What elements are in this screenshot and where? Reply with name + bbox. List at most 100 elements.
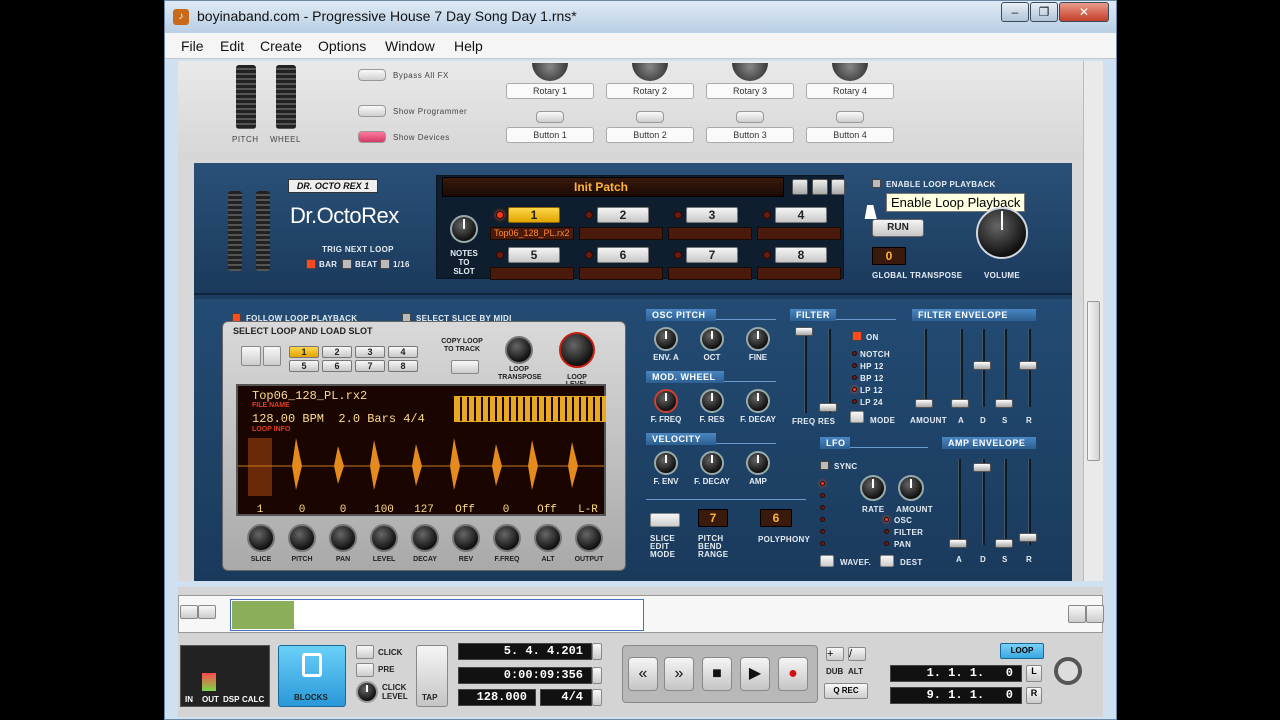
enable-loop-playback-checkbox[interactable]: [872, 179, 881, 188]
precount-toggle[interactable]: [356, 663, 374, 677]
right-locator-display[interactable]: 9. 1. 1. 0: [890, 687, 1022, 704]
slot-2-button[interactable]: 2: [597, 207, 649, 223]
freq-fader[interactable]: [795, 327, 813, 336]
position-spinner[interactable]: [592, 643, 602, 660]
vel-amp-knob[interactable]: [746, 451, 770, 475]
assign-button-2[interactable]: [636, 111, 664, 123]
mod-fres-knob[interactable]: [700, 389, 724, 413]
record-button[interactable]: ●: [778, 657, 808, 691]
fenv-amount-fader[interactable]: [915, 399, 933, 408]
slot-5-button[interactable]: 5: [508, 247, 560, 263]
mod-fdecay-knob[interactable]: [746, 389, 770, 413]
env-a-knob[interactable]: [654, 327, 678, 351]
load-slot-5[interactable]: 5: [289, 360, 319, 372]
trig-bar-button[interactable]: [306, 259, 316, 269]
maximize-button[interactable]: ❐: [1030, 2, 1058, 22]
minimize-button[interactable]: –: [1001, 2, 1029, 22]
res-fader[interactable]: [819, 403, 837, 412]
rack-scrollbar[interactable]: [1083, 61, 1103, 581]
position-display[interactable]: 5. 4. 4.201: [458, 643, 592, 660]
lfo-dest-button[interactable]: [880, 555, 894, 567]
load-slot-7[interactable]: 7: [355, 360, 385, 372]
close-button[interactable]: ✕: [1059, 2, 1109, 22]
rotary-4-knob[interactable]: [832, 63, 868, 81]
zoom-in-icon[interactable]: [198, 605, 216, 619]
rotary-2-knob[interactable]: [632, 63, 668, 81]
slot-3-button[interactable]: 3: [686, 207, 738, 223]
save-patch-icon[interactable]: [831, 179, 845, 195]
volume-knob[interactable]: [976, 207, 1028, 259]
vel-fenv-knob[interactable]: [654, 451, 678, 475]
slot-4-button[interactable]: 4: [775, 207, 827, 223]
aenv-a-fader[interactable]: [949, 539, 967, 548]
trig-beat-button[interactable]: [342, 259, 352, 269]
play-button[interactable]: ▶: [740, 657, 770, 691]
copy-loop-to-track-button[interactable]: [451, 360, 479, 374]
mod-ffreq-knob[interactable]: [654, 389, 678, 413]
slot-6-button[interactable]: 6: [597, 247, 649, 263]
aenv-d-fader[interactable]: [973, 463, 991, 472]
slot-7-button[interactable]: 7: [686, 247, 738, 263]
output-knob[interactable]: [575, 524, 603, 552]
notes-to-slot-knob[interactable]: [450, 215, 478, 243]
slice-edit-mode-button[interactable]: [650, 513, 680, 527]
pitch-knob[interactable]: [288, 524, 316, 552]
rex-mod-wheel[interactable]: [256, 191, 270, 271]
scroll-left-icon[interactable]: [1068, 605, 1086, 623]
bypass-fx-button[interactable]: [358, 69, 386, 81]
pitch-wheel[interactable]: [236, 65, 256, 129]
fine-knob[interactable]: [746, 327, 770, 351]
loop-transpose-knob[interactable]: [505, 336, 533, 364]
assign-button-4[interactable]: [836, 111, 864, 123]
alt-knob[interactable]: [534, 524, 562, 552]
stop-button[interactable]: ■: [702, 657, 732, 691]
menu-file[interactable]: File: [181, 38, 204, 54]
right-locator-button[interactable]: R: [1026, 687, 1042, 704]
time-spinner[interactable]: [592, 667, 602, 684]
show-programmer-button[interactable]: [358, 105, 386, 117]
decay-knob[interactable]: [411, 524, 439, 552]
signature-spinner[interactable]: [592, 689, 602, 706]
loop-level-knob[interactable]: [559, 332, 595, 368]
left-locator-button[interactable]: L: [1026, 665, 1042, 682]
alt-button[interactable]: /: [848, 647, 866, 661]
browse-loop-icon[interactable]: [263, 346, 281, 366]
slot-8-button[interactable]: 8: [775, 247, 827, 263]
pitch-bend-display[interactable]: 7: [698, 509, 728, 527]
time-display[interactable]: 0:00:09:356: [458, 667, 592, 684]
device-name-tag[interactable]: DR. OCTO REX 1: [288, 179, 378, 193]
lfo-rate-knob[interactable]: [860, 475, 886, 501]
signature-display[interactable]: 4/4: [540, 689, 592, 706]
left-locator-display[interactable]: 1. 1. 1. 0: [890, 665, 1022, 682]
trig-1-16-button[interactable]: [380, 259, 390, 269]
pan-knob[interactable]: [329, 524, 357, 552]
slice-knob[interactable]: [247, 524, 275, 552]
menu-help[interactable]: Help: [454, 38, 483, 54]
load-slot-4[interactable]: 4: [388, 346, 418, 358]
filter-on-button[interactable]: [852, 331, 862, 341]
rotary-3-knob[interactable]: [732, 63, 768, 81]
menu-options[interactable]: Options: [318, 38, 366, 54]
patch-up-down-button[interactable]: [792, 179, 808, 195]
load-slot-8[interactable]: 8: [388, 360, 418, 372]
menu-create[interactable]: Create: [260, 38, 302, 54]
assign-button-3[interactable]: [736, 111, 764, 123]
rex-pitch-wheel[interactable]: [228, 191, 242, 271]
load-slot-2[interactable]: 2: [322, 346, 352, 358]
click-toggle[interactable]: [356, 645, 374, 659]
fenv-s-fader[interactable]: [995, 399, 1013, 408]
rotary-1-knob[interactable]: [532, 63, 568, 81]
load-slot-3[interactable]: 3: [355, 346, 385, 358]
level-knob[interactable]: [370, 524, 398, 552]
show-devices-button[interactable]: [358, 131, 386, 143]
load-slot-1[interactable]: 1: [289, 346, 319, 358]
menu-window[interactable]: Window: [385, 38, 435, 54]
global-transpose-display[interactable]: 0: [872, 247, 906, 265]
fenv-a-fader[interactable]: [951, 399, 969, 408]
rewind-button[interactable]: «: [628, 657, 658, 691]
zoom-out-icon[interactable]: [180, 605, 198, 619]
dub-button[interactable]: +: [826, 647, 844, 661]
loop-up-down-button[interactable]: [241, 346, 261, 366]
q-rec-button[interactable]: Q REC: [824, 683, 868, 699]
aenv-s-fader[interactable]: [995, 539, 1013, 548]
